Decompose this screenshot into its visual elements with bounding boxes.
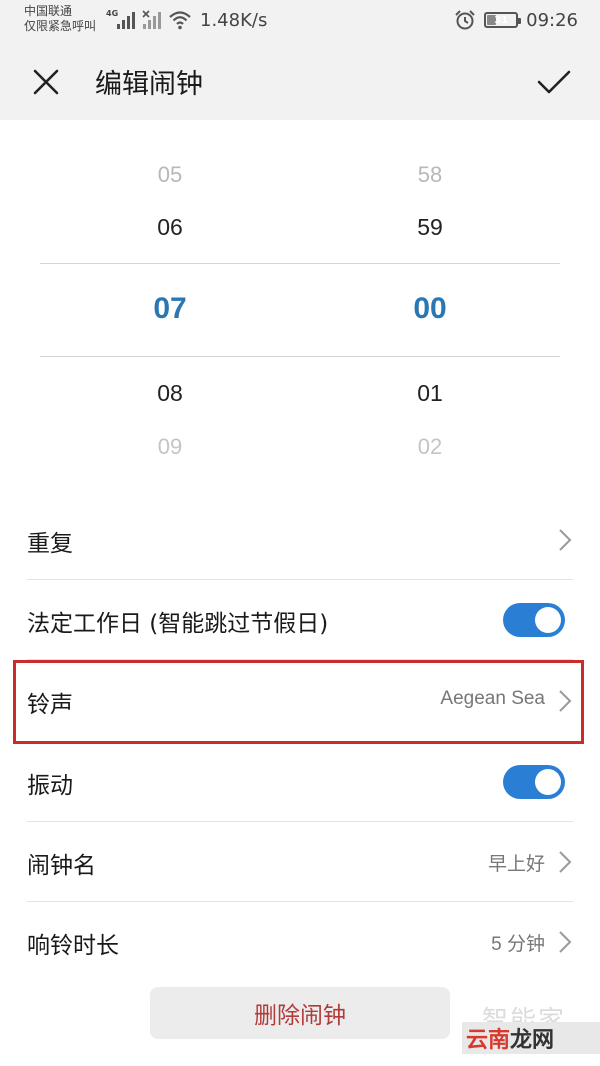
picker-divider-bottom <box>40 356 560 357</box>
page-title: 编辑闹钟 <box>95 69 203 100</box>
hour-option[interactable]: 05 <box>100 162 240 188</box>
top-area: 中国联通 仅限紧急呼叫 4G 1.48K/s 31 09:26 编辑闹钟 <box>0 0 600 120</box>
workday-row[interactable]: 法定工作日 (智能跳过节假日) <box>27 580 573 660</box>
hour-wheel[interactable]: 05 06 07 08 09 <box>100 120 240 480</box>
chevron-right-icon <box>559 529 572 551</box>
ring-duration-row[interactable]: 响铃时长 5 分钟 <box>27 902 573 982</box>
toggle-knob <box>535 769 561 795</box>
picker-divider-top <box>40 263 560 264</box>
signal-icon <box>117 12 135 29</box>
carrier-status: 仅限紧急呼叫 <box>24 19 97 33</box>
ring-duration-label: 响铃时长 <box>27 933 119 959</box>
status-bar: 中国联通 仅限紧急呼叫 4G 1.48K/s 31 09:26 <box>0 0 600 42</box>
battery-percent: 31 <box>494 14 509 26</box>
watermark-bottom: 云南 龙网 <box>462 1022 600 1054</box>
wifi-icon <box>169 11 191 30</box>
close-button[interactable] <box>24 60 68 104</box>
repeat-row[interactable]: 重复 <box>27 500 573 580</box>
time-picker[interactable]: 05 06 07 08 09 58 59 00 01 02 <box>0 120 600 480</box>
workday-toggle[interactable] <box>503 603 565 637</box>
ring-duration-value: 5 分钟 <box>491 934 545 955</box>
highlight-box <box>13 660 584 744</box>
check-icon <box>537 70 571 94</box>
battery-icon: 31 <box>484 12 522 28</box>
close-icon <box>33 69 59 95</box>
hour-option[interactable]: 09 <box>100 434 240 460</box>
selected-hour[interactable]: 07 <box>100 292 240 326</box>
chevron-right-icon <box>559 851 572 873</box>
minute-wheel[interactable]: 58 59 00 01 02 <box>360 120 500 480</box>
alarm-name-value: 早上好 <box>487 854 545 875</box>
minute-option[interactable]: 02 <box>360 434 500 460</box>
watermark-part-a: 云南 <box>466 1028 511 1053</box>
watermark: 智能家 云南 龙网 <box>462 1000 600 1066</box>
watermark-part-b: 龙网 <box>510 1028 555 1053</box>
signal-no-service-icon <box>142 10 161 29</box>
confirm-button[interactable] <box>532 60 576 104</box>
alarm-clock-icon <box>455 10 475 30</box>
network-speed: 1.48K/s <box>200 10 268 31</box>
toggle-knob <box>535 607 561 633</box>
chevron-right-icon <box>559 931 572 953</box>
hour-option[interactable]: 06 <box>100 214 240 241</box>
carrier-name: 中国联通 <box>24 4 73 18</box>
vibrate-row[interactable]: 振动 <box>27 742 573 822</box>
title-bar: 编辑闹钟 <box>0 42 600 120</box>
alarm-name-label: 闹钟名 <box>27 853 96 879</box>
vibrate-toggle[interactable] <box>503 765 565 799</box>
delete-alarm-button[interactable]: 删除闹钟 <box>150 987 450 1039</box>
minute-option[interactable]: 58 <box>360 162 500 188</box>
carrier-info: 中国联通 仅限紧急呼叫 <box>24 4 96 34</box>
alarm-name-row[interactable]: 闹钟名 早上好 <box>27 822 573 902</box>
minute-option[interactable]: 59 <box>360 214 500 241</box>
repeat-label: 重复 <box>27 531 73 557</box>
workday-label: 法定工作日 (智能跳过节假日) <box>27 611 329 637</box>
vibrate-label: 振动 <box>27 773 73 799</box>
minute-option[interactable]: 01 <box>360 380 500 407</box>
status-time: 09:26 <box>526 9 578 31</box>
selected-minute[interactable]: 00 <box>360 292 500 326</box>
hour-option[interactable]: 08 <box>100 380 240 407</box>
status-right: 31 09:26 <box>454 8 578 32</box>
